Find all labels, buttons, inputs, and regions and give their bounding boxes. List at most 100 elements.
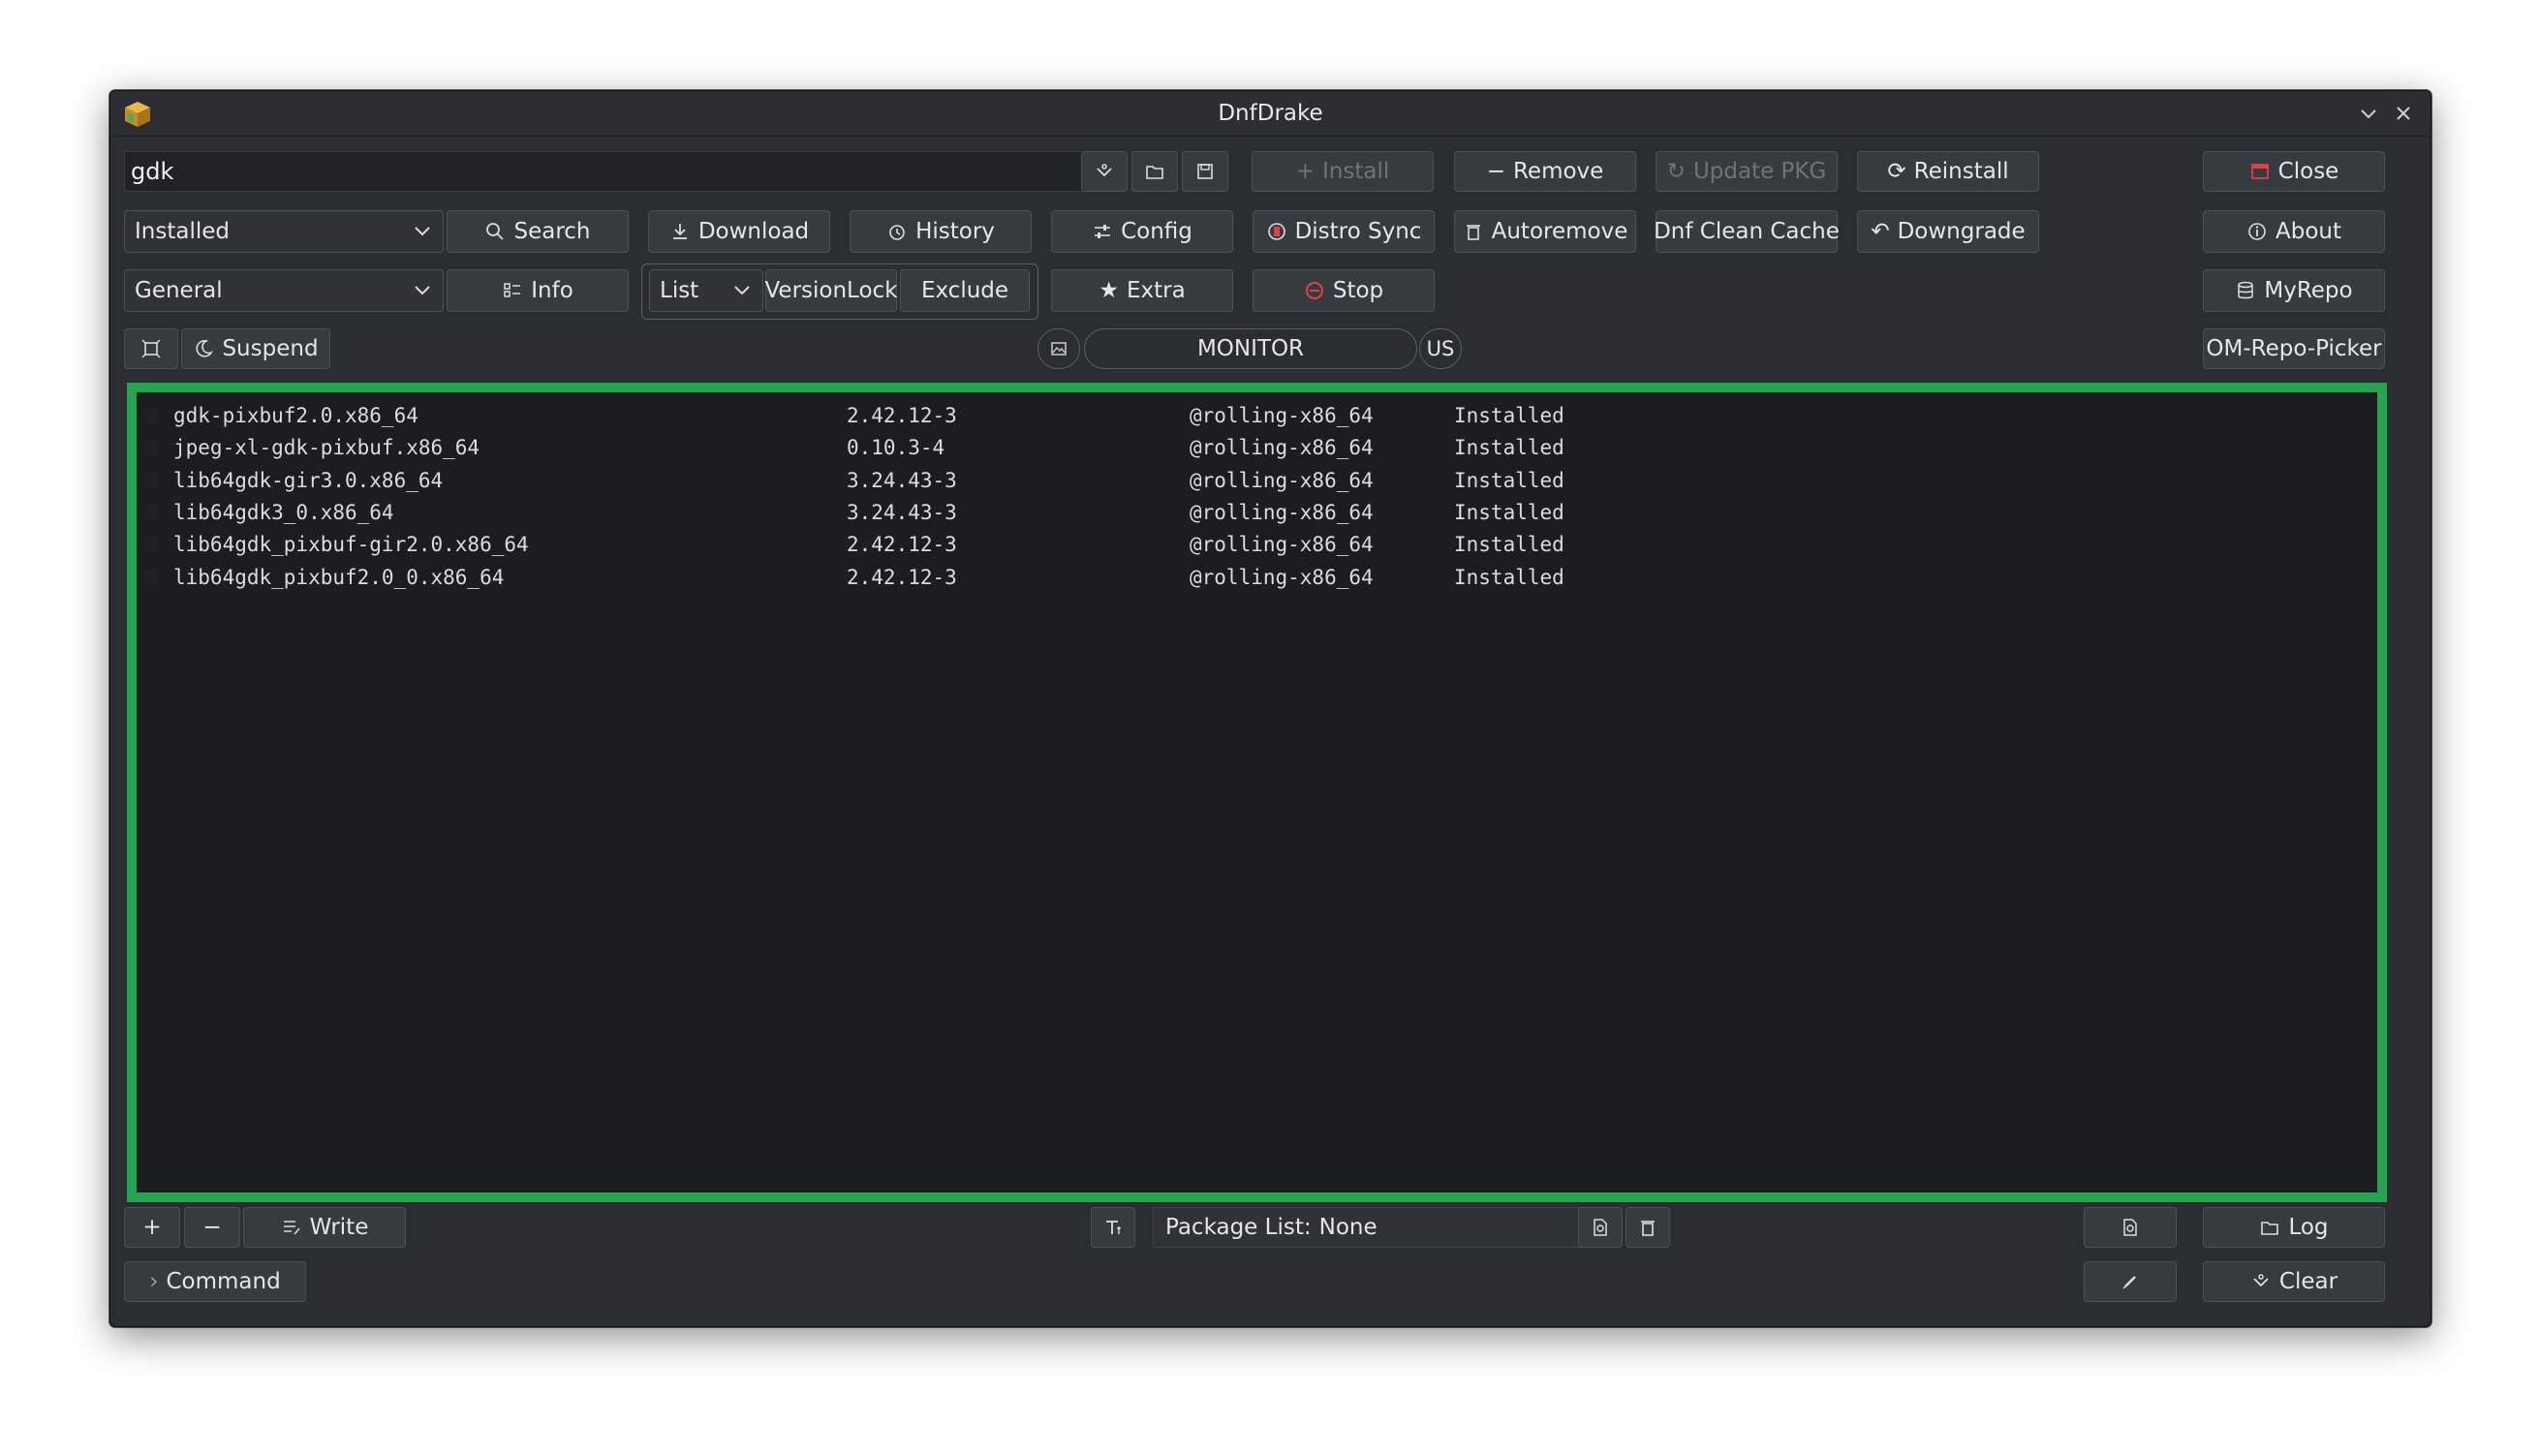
autoremove-label: Autoremove [1491,219,1628,244]
distro-sync-button[interactable]: Distro Sync [1253,210,1435,253]
distro-sync-icon [1267,223,1285,240]
list-mode-selected-value: List [660,278,699,303]
table-row[interactable]: lib64gdk_pixbuf-gir2.0.x86_64 2.42.12-3 @r… [137,529,2377,561]
add-button[interactable]: + [124,1207,180,1248]
row-checkbox[interactable] [144,569,158,585]
package-status: Installed [1454,436,1564,460]
about-button[interactable]: About [2203,210,2385,253]
view-log-button[interactable] [2084,1207,2177,1248]
fullscreen-button[interactable] [124,328,178,369]
package-version: 2.42.12-3 [847,533,957,557]
plus-icon: + [142,1215,162,1240]
table-row[interactable]: gdk-pixbuf2.0.x86_64 2.42.12-3 @rolling-x8… [137,400,2377,432]
open-file-button[interactable] [1131,151,1178,192]
log-button[interactable]: Log [2203,1207,2385,1248]
table-row[interactable]: lib64gdk_pixbuf2.0_0.x86_64 2.42.12-3 @rol… [137,562,2377,594]
list-mode-select[interactable]: List [649,269,763,312]
command-button[interactable]: › Command [124,1261,306,1302]
download-icon [672,224,687,239]
redo-icon: ↻ [1666,159,1686,184]
table-row[interactable]: lib64gdk-gir3.0.x86_64 3.24.43-3 @rolling-… [137,465,2377,497]
update-pkg-button[interactable]: ↻ Update PKG [1656,151,1838,192]
package-list-label: Package List: [1165,1215,1312,1240]
folder-icon [2261,1222,2279,1235]
trash-icon [1466,225,1480,240]
minus-icon: − [202,1215,222,1240]
text-format-button[interactable] [1091,1207,1135,1248]
config-button[interactable]: Config [1051,210,1233,253]
row-checkbox[interactable] [144,504,158,520]
stop-icon [1305,282,1323,299]
save-file-button[interactable] [1182,151,1228,192]
pencil-icon [2122,1276,2136,1289]
package-list-value: None [1318,1215,1378,1240]
package-list[interactable]: gdk-pixbuf2.0.x86_64 2.42.12-3 @rolling-x8… [127,383,2387,1202]
remove-item-button[interactable]: − [184,1207,240,1248]
install-button[interactable]: + Install [1252,151,1434,192]
clear-search-button[interactable] [1081,151,1128,192]
write-button[interactable]: Write [243,1207,406,1248]
info-button[interactable]: Info [447,269,629,312]
clear-button[interactable]: Clear [2203,1261,2385,1302]
plus-icon: + [1295,159,1316,184]
versionlock-label: VersionLock [764,278,898,303]
stop-label: Stop [1332,278,1384,303]
chevron-down-icon [415,227,430,236]
remove-button[interactable]: − Remove [1454,151,1636,192]
table-row[interactable]: lib64gdk3_0.x86_64 3.24.43-3 @rolling-x86_… [137,497,2377,529]
dnf-clean-cache-button[interactable]: Dnf Clean Cache [1654,210,1840,253]
info-label: Info [531,278,573,303]
myrepo-button[interactable]: MyRepo [2203,269,2385,312]
broom-icon [1097,164,1112,177]
close-app-icon [2250,164,2269,179]
package-repo: @rolling-x86_64 [1190,404,1374,427]
package-name: lib64gdk_pixbuf-gir2.0.x86_64 [173,533,529,557]
sliders-icon [1095,225,1111,238]
suspend-button[interactable]: Suspend [181,328,330,369]
dnfdrake-window: DnfDrake gdk + Install − Remove ↻ Update PK… [109,90,2431,1327]
remove-label: Remove [1512,159,1604,184]
close-window-icon[interactable] [2389,99,2418,128]
update-pkg-label: Update PKG [1692,159,1827,184]
window-title: DnfDrake [1218,101,1323,126]
search-button[interactable]: Search [447,210,629,253]
stop-button[interactable]: Stop [1253,269,1435,312]
versionlock-button[interactable]: VersionLock [764,269,898,312]
row-checkbox[interactable] [144,408,158,423]
download-button[interactable]: Download [648,210,830,253]
om-repo-picker-button[interactable]: OM-Repo-Picker [2203,328,2385,369]
close-button[interactable]: Close [2203,151,2385,192]
suspend-label: Suspend [222,336,319,361]
autoremove-button[interactable]: Autoremove [1454,210,1636,253]
monitor-toggle-button[interactable] [1037,328,1080,369]
exclude-button[interactable]: Exclude [900,269,1030,312]
table-row[interactable]: jpeg-xl-gdk-pixbuf.x86_64 0.10.3-4 @rollin… [137,432,2377,464]
package-version: 3.24.43-3 [847,500,957,524]
package-repo: @rolling-x86_64 [1190,500,1374,524]
extra-button[interactable]: ★ Extra [1051,269,1233,312]
history-button[interactable]: History [850,210,1032,253]
row-checkbox[interactable] [144,440,158,456]
history-label: History [915,219,995,244]
close-label: Close [2277,159,2339,184]
row-checkbox[interactable] [144,472,158,488]
minimize-chevron-icon[interactable] [2354,99,2383,128]
category-select[interactable]: General [124,269,444,312]
reinstall-button[interactable]: ⟳ Reinstall [1857,151,2039,192]
package-version: 3.24.43-3 [847,468,957,492]
language-button[interactable]: US [1419,328,1462,369]
download-label: Download [697,219,810,244]
downgrade-button[interactable]: ↶ Downgrade [1857,210,2039,253]
info-icon [2248,223,2266,240]
document-search-icon [1594,1219,1607,1236]
folder-icon [1146,166,1163,179]
filter-select[interactable]: Installed [124,210,444,253]
view-list-button[interactable] [1578,1207,1623,1248]
downgrade-label: Downgrade [1897,219,2026,244]
search-input[interactable]: gdk [124,151,1093,192]
undo-icon: ↶ [1871,219,1890,244]
delete-list-button[interactable] [1626,1207,1670,1248]
edit-button[interactable] [2084,1261,2177,1302]
row-checkbox[interactable] [144,537,158,553]
package-version: 2.42.12-3 [847,565,957,589]
